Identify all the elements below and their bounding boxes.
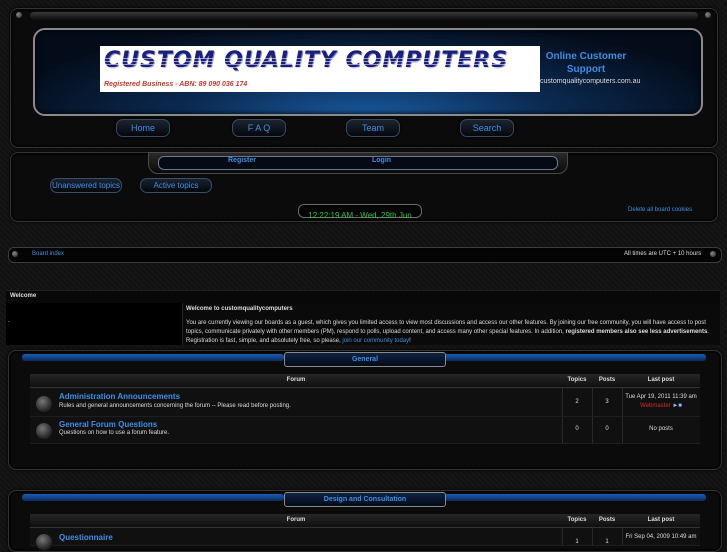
- unanswered-topics-button[interactable]: Unanswered topics: [50, 178, 122, 193]
- section-design-accent-right: [444, 494, 706, 501]
- online-support-line1: Online Customer: [545, 51, 627, 62]
- userbar-inner: [158, 156, 558, 170]
- nav-home-button[interactable]: Home: [116, 119, 170, 137]
- welcome-left-panel: .: [6, 303, 183, 345]
- online-support[interactable]: Online Customer Support: [540, 50, 632, 76]
- nav-search-button[interactable]: Search: [460, 119, 514, 137]
- welcome-dot: .: [8, 317, 10, 324]
- col-posts: Posts: [598, 377, 616, 383]
- login-link[interactable]: Login: [372, 157, 391, 164]
- col-topics: Topics: [567, 377, 587, 383]
- section-design-accent-left: [22, 494, 284, 501]
- section-general-title[interactable]: General: [284, 352, 446, 367]
- forum-description: Questions on how to use a forum feature.: [59, 430, 170, 436]
- forum-posts-count: 3: [605, 399, 609, 405]
- forum-posts-count: 1: [605, 539, 609, 545]
- site-logo[interactable]: CUSTOM QUALITY COMPUTERS Registered Busi…: [100, 46, 540, 92]
- breadcrumb-board-index[interactable]: Board index: [32, 251, 64, 257]
- forum-title-link[interactable]: General Forum Questions: [59, 420, 157, 429]
- welcome-text-bold: registered members also see less adverti…: [565, 329, 708, 335]
- delete-cookies-link[interactable]: Delete all board cookies: [628, 207, 692, 213]
- col-last-post: Last post: [647, 377, 675, 383]
- site-domain: customqualitycomputers.com.au: [540, 78, 641, 85]
- welcome-text: You are currently viewing our boards as …: [186, 319, 716, 346]
- last-post-user: Webmaster ►■: [622, 403, 700, 409]
- forum-description: Rules and general announcements concerni…: [59, 403, 291, 409]
- col-forum: Forum: [286, 517, 306, 523]
- nav-faq-button[interactable]: F A Q: [232, 119, 286, 137]
- logo-subtitle: Registered Business - ABN: 89 090 036 17…: [104, 81, 248, 88]
- last-post-date: No posts: [649, 426, 673, 432]
- clock-display: 12:22:19 AM - Wed, 29th Jun: [298, 204, 422, 220]
- header-top-strip: [30, 12, 698, 20]
- active-topics-button[interactable]: Active topics: [140, 178, 212, 193]
- register-link[interactable]: Register: [228, 157, 256, 164]
- section-design-title[interactable]: Design and Consultation: [284, 492, 446, 507]
- nav-team-button[interactable]: Team: [346, 119, 400, 137]
- forum-title-link[interactable]: Questionnaire: [59, 533, 113, 542]
- online-support-line2: Support: [566, 64, 606, 75]
- forum-title-link[interactable]: Administration Announcements: [59, 392, 180, 401]
- section-general-table-header: Forum Topics Posts Last post: [30, 374, 700, 388]
- rivet: [705, 12, 711, 18]
- col-forum: Forum: [286, 377, 306, 383]
- clock-text: 12:22:19 AM - Wed, 29th Jun: [308, 211, 412, 220]
- section-general-accent-right: [444, 354, 706, 361]
- forum-posts-count: 0: [605, 426, 609, 432]
- forum-read-icon: [35, 395, 53, 413]
- rivet: [16, 12, 22, 18]
- cell-divider: [622, 388, 623, 416]
- forum-read-icon: [35, 422, 53, 440]
- last-post-date: Fri Sep 04, 2009 10:49 am: [625, 534, 697, 540]
- join-community-link[interactable]: join our community today: [342, 338, 409, 344]
- last-post-user-link[interactable]: Webmaster: [640, 403, 671, 409]
- forum-topics-count: 0: [575, 426, 579, 432]
- welcome-text-end: !: [409, 338, 411, 344]
- col-topics: Topics: [567, 517, 587, 523]
- forum-topics-count: 1: [575, 539, 579, 545]
- section-design-table-header: Forum Topics Posts Last post: [30, 514, 700, 528]
- view-latest-post-icon[interactable]: ►■: [672, 403, 682, 409]
- col-last-post: Last post: [647, 517, 675, 523]
- timezone-text: All times are UTC + 10 hours: [624, 251, 702, 257]
- welcome-strip-label: Welcome: [10, 293, 37, 299]
- col-posts: Posts: [598, 517, 616, 523]
- last-post-date: Tue Apr 19, 2011 11:39 am: [625, 394, 697, 400]
- rivet: [12, 251, 18, 257]
- logo-stripes: [100, 56, 540, 68]
- breadcrumb-bar: [8, 247, 722, 263]
- rivet: [710, 251, 716, 257]
- welcome-heading: Welcome to customqualitycomputers: [186, 306, 293, 312]
- forum-read-icon: [35, 533, 53, 551]
- forum-topics-count: 2: [575, 399, 579, 405]
- section-general-accent-left: [22, 354, 284, 361]
